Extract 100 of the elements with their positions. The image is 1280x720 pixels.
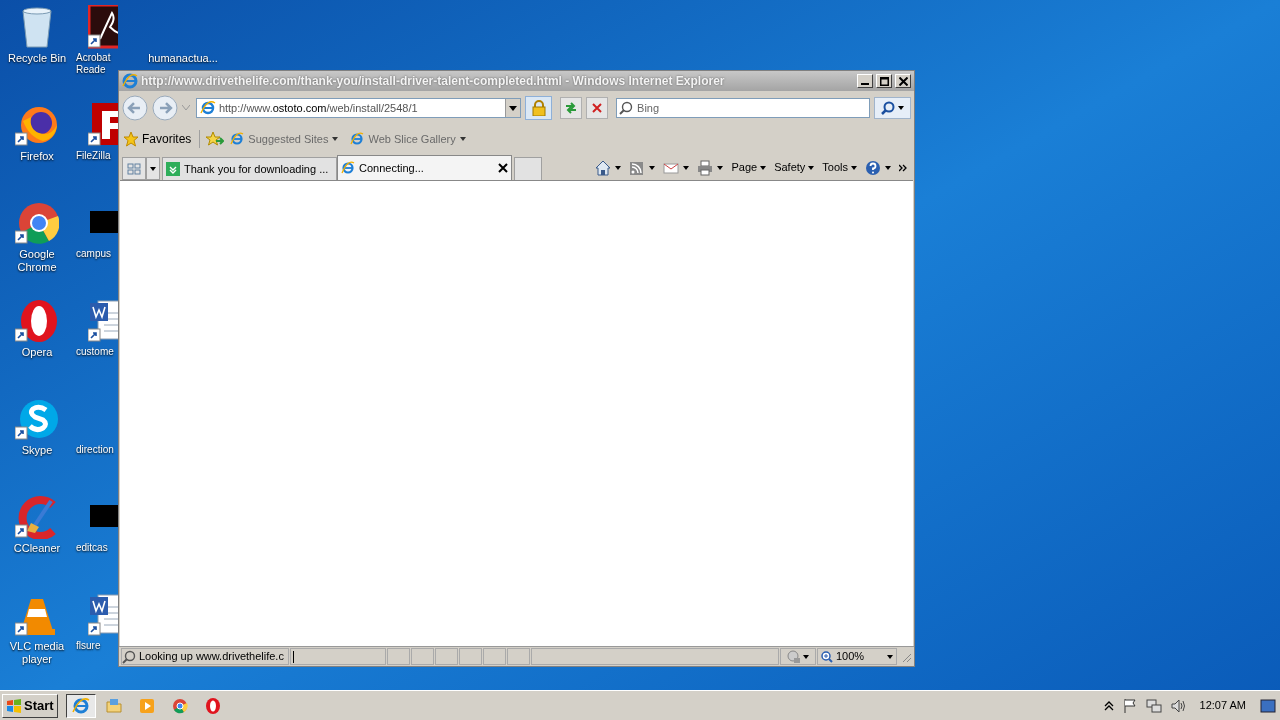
opera-icon[interactable] [15,299,59,343]
skype-icon[interactable] [15,397,59,441]
dropdown-icon [887,654,893,659]
icon-label[interactable]: CCleaner [2,542,72,555]
close-icon [898,76,908,86]
status-panel [435,648,458,665]
minimize-icon [861,83,869,85]
dropdown-icon [150,166,156,171]
ie-logo-icon [122,73,138,89]
clock[interactable]: 12:07 AM [1199,697,1246,714]
star-icon [123,131,139,147]
refresh-button[interactable] [560,97,583,119]
address-dropdown[interactable] [505,99,521,117]
search-icon [619,101,634,115]
stop-button[interactable] [586,97,609,119]
icon-label[interactable]: custome [76,346,114,358]
home-button[interactable] [595,159,622,176]
help-icon [865,159,881,176]
minimize-button[interactable] [857,74,873,88]
dropdown-icon [649,165,656,170]
dropdown-icon [509,105,518,111]
media-player-icon [137,696,156,715]
close-icon[interactable] [498,163,508,173]
zoom-button[interactable]: 100% [817,648,897,665]
pdf-icon[interactable] [88,5,118,49]
ie-logo-icon [71,696,90,715]
icon-label[interactable]: Recycle Bin [2,52,72,65]
icon-label[interactable]: Opera [2,346,72,359]
print-button[interactable] [697,159,724,176]
dropdown-icon [683,165,690,170]
ie-page-icon [350,132,365,146]
folder-icon [104,696,123,715]
chrome-icon[interactable] [15,201,59,245]
browser-tab[interactable]: Connecting... [337,155,512,180]
icon-label[interactable]: direction [76,444,114,456]
icon-label[interactable]: FileZilla [76,150,111,162]
chevron-icon[interactable] [899,163,907,172]
search-button[interactable] [874,97,911,119]
dropdown-icon [885,165,891,170]
taskbar-app-button[interactable] [65,693,96,718]
ie-page-icon [230,132,245,146]
browser-tab[interactable]: Thank you for downloading ... [162,157,337,180]
show-desktop-icon[interactable] [1260,698,1276,713]
maximize-icon [879,76,889,86]
tab-list-button[interactable] [146,157,160,180]
dropdown-icon [615,165,622,170]
chrome-icon [170,696,189,715]
filezilla-icon[interactable] [88,103,118,147]
command-menu[interactable]: Tools [822,159,857,176]
home-icon [595,159,612,176]
address-field[interactable]: http://www.ostoto.com/web/install/2548/1 [195,98,522,118]
download-badge-icon [166,162,180,176]
maximize-button[interactable] [876,74,892,88]
flag-icon[interactable] [1121,697,1138,714]
speaker-icon[interactable] [1169,697,1186,714]
close-icon [591,102,604,114]
ie-page-icon [341,161,355,175]
text-cursor [293,650,294,663]
start-button[interactable]: Start [2,693,58,718]
dropdown-icon [803,654,809,659]
icon-label[interactable]: flsure [76,640,101,652]
command-menu[interactable]: Safety [774,159,815,176]
padlock-icon [531,100,546,116]
command-menu[interactable]: Page [731,159,767,176]
feed-icon [629,159,646,176]
status-panel [411,648,434,665]
close-button[interactable] [895,74,911,88]
refresh-icon [564,101,579,115]
search-field[interactable]: Bing [616,98,871,118]
dropdown-icon [898,106,905,110]
dropdown-icon [459,137,466,141]
icon-label[interactable]: Google Chrome [2,248,72,274]
dropdown-icon [851,165,857,170]
icon-label[interactable]: Acrobat Reade [76,52,118,76]
search-icon [881,101,896,115]
print-icon [697,159,714,176]
network-icon[interactable] [1145,697,1162,714]
help-button[interactable] [865,159,891,176]
status-panel [459,648,482,665]
feed-button[interactable] [629,159,656,176]
favorites-button[interactable]: Favorites [123,130,201,148]
dropdown-icon [760,165,767,170]
grid-icon [127,162,141,175]
icon-label[interactable]: humanactua... [148,52,218,65]
opera-icon [203,696,222,715]
address-text: http://www.ostoto.com/web/install/2548/1 [218,100,419,116]
icon-label[interactable]: Skype [2,444,72,457]
chevron-up-icon[interactable] [1103,700,1114,711]
status-text-panel: Looking up www.drivethelife.c [121,648,289,665]
dropdown-icon [808,165,815,170]
icon-label[interactable]: Firefox [2,150,72,163]
favorites-link[interactable]: Suggested Sites [230,130,339,148]
icon-label[interactable]: editcas [76,542,108,554]
icon-label[interactable]: VLC media player [2,640,72,666]
icon-label[interactable]: campus [76,248,111,260]
window-title: http://www.drivethelife.com/thank-you/install-driver-talent-completed.html - Windows Internet Explorer [141,73,726,90]
dropdown-icon [717,165,724,170]
favorites-link[interactable]: Web Slice Gallery [350,130,466,148]
zoom-icon [821,650,833,663]
globe-lock-icon [787,649,801,664]
